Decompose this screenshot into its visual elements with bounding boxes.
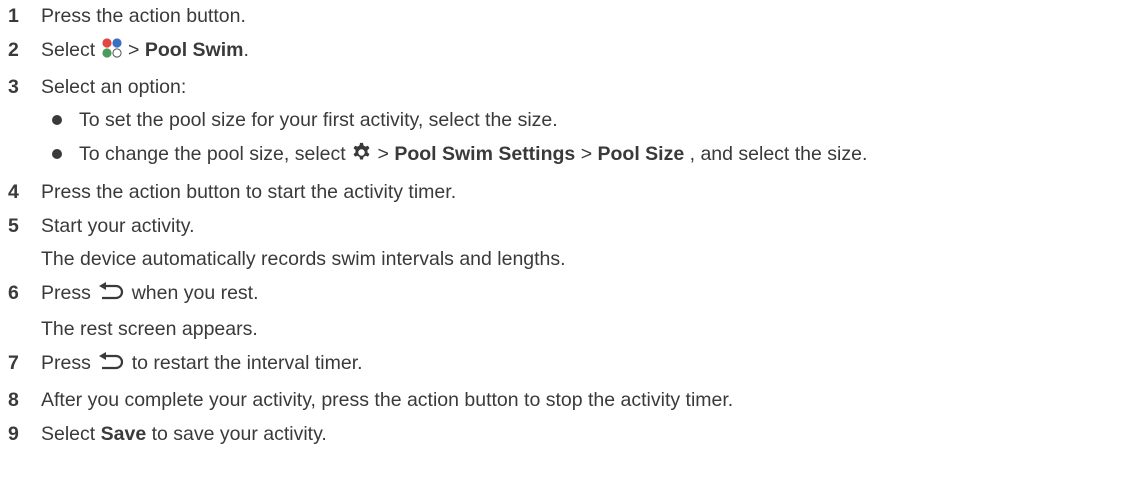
step-8: 8 After you complete your activity, pres… xyxy=(0,387,1128,413)
step-text-post: . xyxy=(243,39,249,61)
step-text: Press the action button to start the act… xyxy=(41,181,457,203)
instruction-steps: 1 Press the action button. 2 Select > Po… xyxy=(0,0,1128,447)
option-text-post: , and select the size. xyxy=(689,143,868,165)
menu-item-pool-swim-settings: Pool Swim Settings xyxy=(394,143,576,165)
separator: > xyxy=(377,143,389,165)
step-number: 4 xyxy=(8,181,19,203)
step-text: Start your activity. xyxy=(41,215,195,237)
separator: > xyxy=(128,39,140,61)
back-icon xyxy=(96,282,126,309)
step-number: 6 xyxy=(8,282,19,304)
step-1: 1 Press the action button. xyxy=(0,3,1128,29)
option-text: To set the pool size for your first acti… xyxy=(79,109,558,131)
step-2: 2 Select > Pool Swim. xyxy=(0,37,1128,66)
step-text-pre: Press xyxy=(41,352,91,374)
step-9: 9 Select Save to save your activity. xyxy=(0,421,1128,447)
step-4: 4 Press the action button to start the a… xyxy=(0,179,1128,205)
menu-item-pool-size: Pool Size xyxy=(597,143,685,165)
step-5: 5 Start your activity. The device automa… xyxy=(0,213,1128,272)
step-note: The rest screen appears. xyxy=(41,318,258,340)
option-text-pre: To change the pool size, select xyxy=(79,143,346,165)
step-text-pre: Select xyxy=(41,423,96,445)
menu-item-pool-swim: Pool Swim xyxy=(144,39,244,61)
step-text-pre: Press xyxy=(41,282,91,304)
step-text-post: when you rest. xyxy=(131,282,259,304)
step-number: 7 xyxy=(8,352,19,374)
option-list: To set the pool size for your first acti… xyxy=(41,107,1128,170)
step-text-pre: Select xyxy=(41,39,96,61)
step-text: Select an option: xyxy=(41,76,187,98)
bullet-icon xyxy=(52,149,62,159)
step-number: 3 xyxy=(8,76,19,98)
apps-icon xyxy=(101,37,123,66)
step-6: 6 Press when you rest. The rest screen a… xyxy=(0,280,1128,342)
step-number: 5 xyxy=(8,215,19,237)
step-number: 1 xyxy=(8,5,19,27)
gear-icon xyxy=(351,142,372,170)
step-text: After you complete your activity, press … xyxy=(41,389,734,411)
separator: > xyxy=(580,143,593,165)
back-icon xyxy=(96,352,126,379)
step-number: 2 xyxy=(8,39,19,61)
step-number: 9 xyxy=(8,423,19,445)
step-number: 8 xyxy=(8,389,19,411)
menu-item-save: Save xyxy=(100,423,147,445)
step-3: 3 Select an option: To set the pool size… xyxy=(0,74,1128,170)
list-item: To set the pool size for your first acti… xyxy=(41,107,1128,133)
step-7: 7 Press to restart the interval timer. xyxy=(0,350,1128,379)
step-text-post: to save your activity. xyxy=(151,423,327,445)
step-text: Press the action button. xyxy=(41,5,246,27)
bullet-icon xyxy=(52,115,62,125)
step-note: The device automatically records swim in… xyxy=(41,248,566,270)
step-text-post: to restart the interval timer. xyxy=(131,352,363,374)
list-item: To change the pool size, select > Pool S… xyxy=(41,141,1128,170)
